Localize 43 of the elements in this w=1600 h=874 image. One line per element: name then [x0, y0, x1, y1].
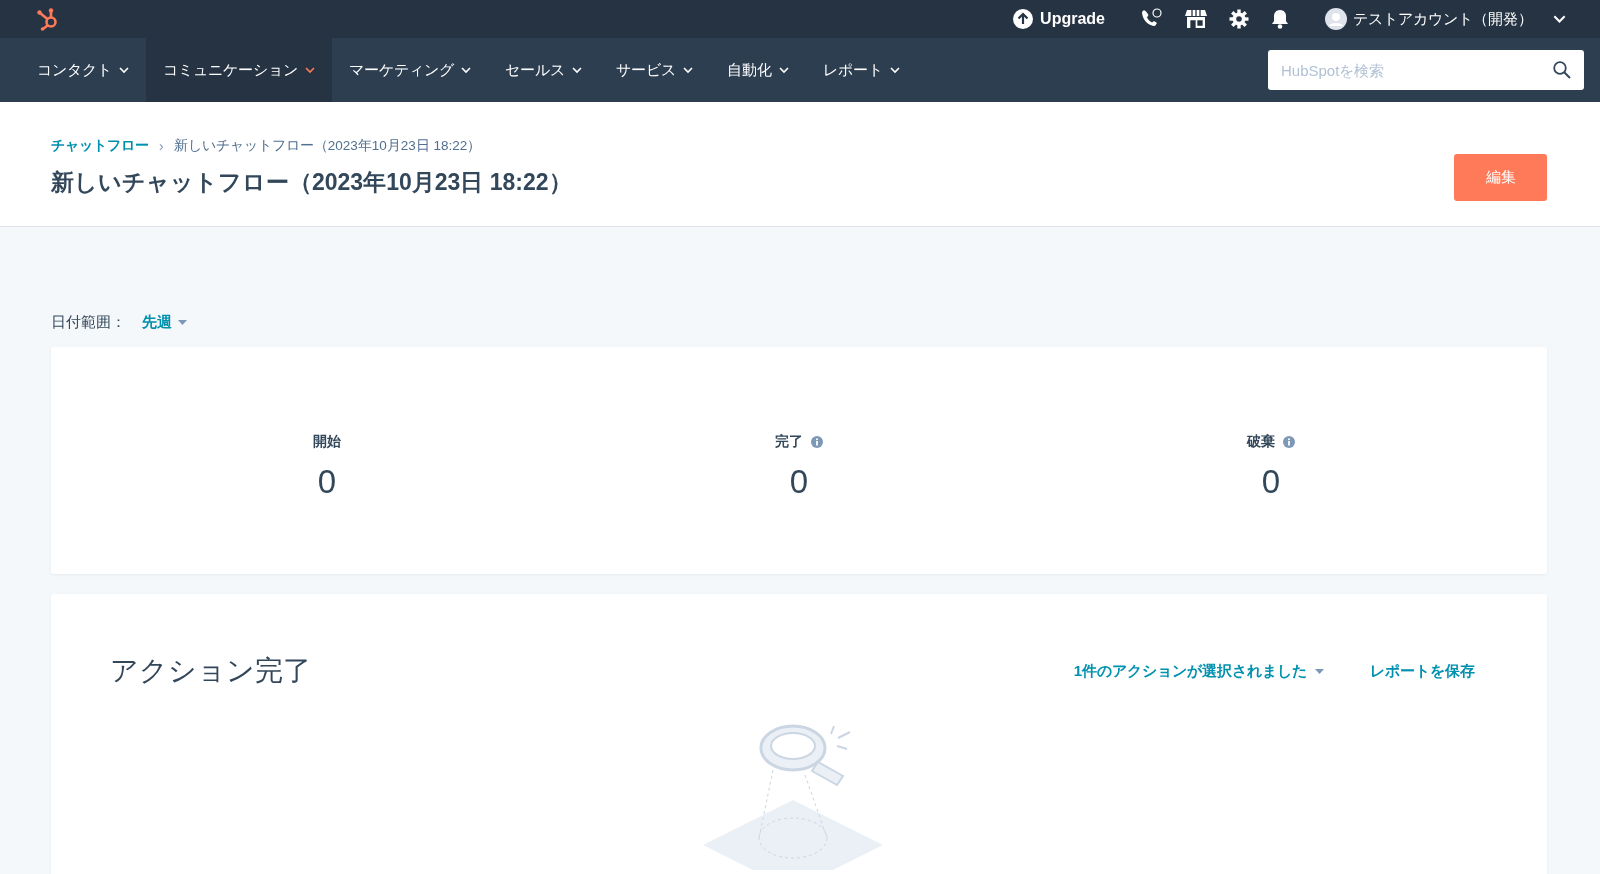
- chevron-icon: [890, 66, 900, 74]
- breadcrumb-link[interactable]: チャットフロー: [51, 137, 149, 155]
- search-icon[interactable]: [1553, 61, 1571, 79]
- stat-value: 0: [1261, 462, 1281, 501]
- stat-value: 0: [317, 462, 337, 501]
- breadcrumb-current: 新しいチャットフロー（2023年10月23日 18:22）: [173, 137, 482, 155]
- nav-menu-item[interactable]: サービス: [599, 38, 710, 102]
- caret-icon: [1315, 668, 1324, 674]
- date-range-label: 日付範囲：: [51, 313, 126, 332]
- settings-icon[interactable]: [1229, 9, 1249, 29]
- chevron-icon: [305, 66, 315, 74]
- avatar-icon: [1325, 8, 1347, 30]
- account-menu[interactable]: テストアカウント（開発）: [1325, 8, 1566, 30]
- stat-value: 0: [789, 462, 809, 501]
- stat-label: 破棄: [1247, 432, 1275, 451]
- arrow-up-icon: [1013, 9, 1034, 29]
- chevron-icon: [461, 66, 471, 74]
- nav-menu-item[interactable]: 自動化: [710, 38, 806, 102]
- chevron-icon: [1553, 14, 1566, 24]
- caret-icon: [178, 320, 187, 325]
- upgrade-button[interactable]: Upgrade: [1013, 9, 1105, 29]
- nav-menu-item[interactable]: コンタクト: [20, 38, 146, 102]
- storefront-icon[interactable]: [1185, 9, 1207, 29]
- save-report-link[interactable]: レポートを保存: [1370, 661, 1475, 681]
- nav-menu-item[interactable]: レポート: [806, 38, 917, 102]
- info-icon[interactable]: [1283, 435, 1295, 448]
- chevron-icon: [572, 66, 582, 74]
- stat-label: 開始: [313, 432, 341, 451]
- stat-label: 完了: [775, 432, 803, 451]
- chevron-icon: [779, 66, 789, 74]
- logo-icon[interactable]: [36, 7, 60, 31]
- action-select-dropdown[interactable]: 1件のアクションが選択されました: [1073, 661, 1324, 681]
- nav-menu-item[interactable]: マーケティング: [332, 38, 488, 102]
- notification-bell-icon[interactable]: [1271, 9, 1289, 29]
- search-field[interactable]: HubSpotを検索: [1268, 50, 1584, 90]
- chevron-icon: [683, 66, 693, 74]
- nav-menu-item[interactable]: コミュニケーション: [146, 38, 332, 102]
- breadcrumb-separator: ›: [159, 138, 164, 154]
- page-title: 新しいチャットフロー（2023年10月23日 18:22）: [51, 168, 573, 197]
- info-icon[interactable]: [811, 435, 823, 448]
- chevron-icon: [119, 66, 129, 74]
- nav-menu-item[interactable]: セールス: [488, 38, 599, 102]
- report-title: アクション完了: [110, 654, 312, 688]
